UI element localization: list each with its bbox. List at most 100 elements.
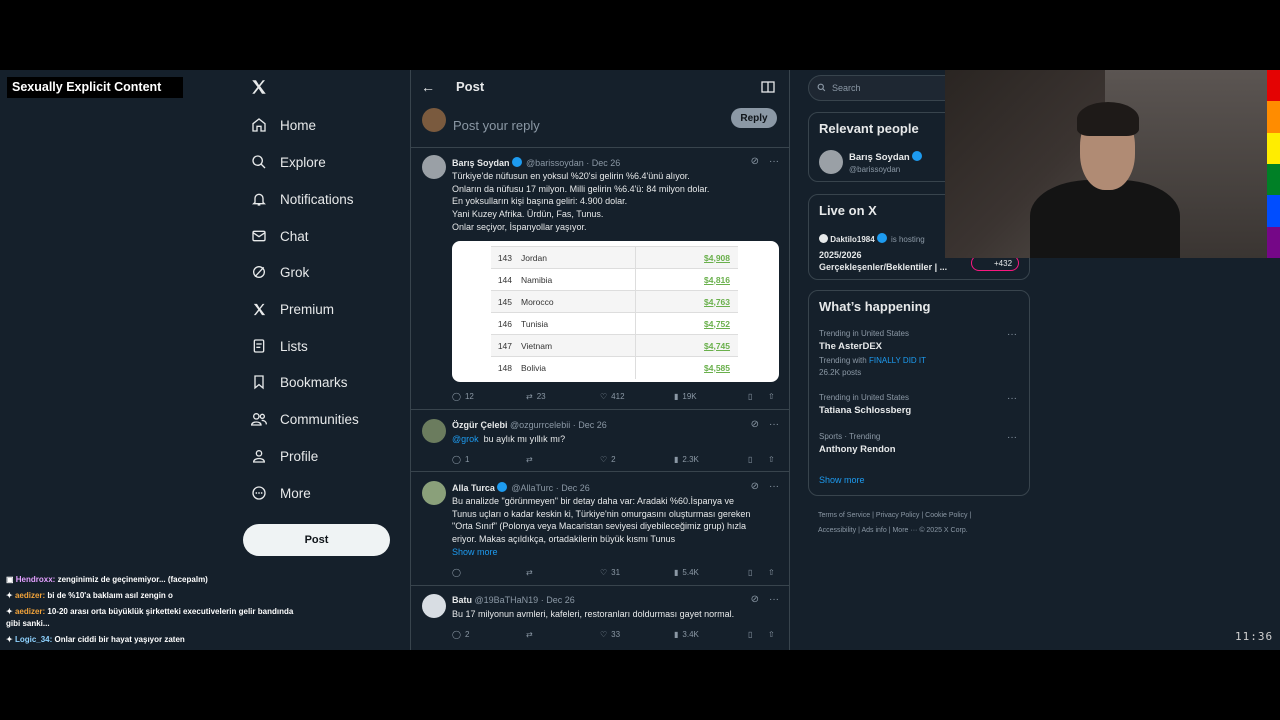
repost-action[interactable]: ⇄ 23	[526, 392, 546, 401]
table-cell-value: $4,763	[635, 290, 738, 313]
tweet-date[interactable]: · Dec 26	[573, 420, 607, 430]
footer-link[interactable]: Accessibility	[818, 527, 856, 534]
author-name[interactable]: Alla Turca	[452, 483, 495, 493]
like-action[interactable]: ♡ 412	[600, 392, 625, 401]
rainbow-strip	[1267, 70, 1280, 258]
views-action[interactable]: ▮ 19K	[674, 392, 697, 401]
more-icon[interactable]: ···	[769, 156, 779, 167]
bookmark-action[interactable]: ▯	[748, 455, 752, 464]
footer-link[interactable]: Terms of Service	[818, 512, 870, 519]
reader-mode-icon[interactable]	[761, 80, 775, 93]
reply-action[interactable]: ◯	[452, 568, 461, 577]
footer-link[interactable]: Ads info	[861, 527, 886, 534]
tweet-line: Bu 17 milyonun avmleri, kafeleri, restor…	[452, 609, 735, 619]
topic-line: 2025/2026	[819, 250, 862, 260]
back-arrow-icon[interactable]: ←	[421, 79, 435, 95]
grok-icon[interactable]: ⊘	[751, 156, 759, 167]
author-name[interactable]: Batu	[452, 595, 472, 605]
tweet-reply[interactable]: Alla Turca @AllaTurc · Dec 26 ⊘ ··· Bu an…	[411, 472, 789, 586]
share-action[interactable]: ⇧	[768, 630, 775, 639]
nav-notifications[interactable]: Notifications	[250, 184, 354, 214]
author-handle[interactable]: @ozgurrcelebii	[510, 420, 570, 430]
like-count: 412	[611, 391, 625, 401]
reply-action[interactable]: ◯ 1	[452, 455, 469, 464]
chat-user: Logic_34:	[14, 635, 53, 644]
like-action[interactable]: ♡ 33	[600, 630, 620, 639]
author-name[interactable]: Barış Soydan	[452, 158, 510, 168]
share-action[interactable]: ⇧	[768, 392, 775, 401]
trend-item[interactable]: Sports · Trending Anthony Rendon	[819, 432, 1019, 455]
grok-icon[interactable]: ⊘	[751, 481, 759, 492]
like-action[interactable]: ♡ 2	[600, 455, 616, 464]
reply-action[interactable]: ◯ 2	[452, 630, 469, 639]
tweet-date[interactable]: · Dec 26	[556, 483, 590, 493]
grok-icon[interactable]: ⊘	[751, 594, 759, 605]
relevant-person[interactable]: Barış Soydan @barissoydan	[849, 151, 924, 174]
tweet-image-table[interactable]: 143 Jordan $4,908 144 Namibia $4,816 145 Moro…	[452, 241, 779, 382]
nav-label: Profile	[280, 448, 319, 464]
author-name[interactable]: Özgür Çelebi	[452, 420, 508, 430]
grok-icon[interactable]: ⊘	[751, 419, 759, 430]
mention-link[interactable]: @grok	[452, 434, 479, 444]
repost-action[interactable]: ⇄	[526, 630, 533, 639]
more-icon[interactable]: ···	[769, 419, 779, 430]
nav-home[interactable]: Home	[250, 110, 316, 140]
trend-link[interactable]: FINALLY DID IT	[869, 356, 926, 365]
nav-more[interactable]: More	[250, 478, 311, 508]
views-action[interactable]: ▮ 5.4K	[674, 568, 699, 577]
nav-premium[interactable]: Premium	[250, 294, 334, 324]
show-more-link[interactable]: Show more	[819, 475, 865, 485]
nav-communities[interactable]: Communities	[250, 404, 359, 434]
person-name[interactable]: Barış Soydan	[849, 152, 910, 163]
tweet-reply[interactable]: Batu @19BaTHaN19 · Dec 26 ⊘ ··· Bu 17 mil…	[411, 586, 789, 650]
reply-count: 1	[464, 454, 470, 464]
share-action[interactable]: ⇧	[768, 455, 775, 464]
show-more-link[interactable]: Show more	[452, 546, 778, 559]
reply-input[interactable]: Post your reply	[453, 118, 540, 133]
author-handle[interactable]: @AllaTurc	[511, 483, 553, 493]
view-count: 2.3K	[682, 454, 699, 464]
nav-profile[interactable]: Profile	[250, 441, 318, 471]
tweet-main[interactable]: Barış Soydan @barissoydan · Dec 26 ⊘ ··· …	[411, 148, 789, 410]
bookmark-action[interactable]: ▯	[748, 568, 752, 577]
trend-item[interactable]: Trending in United States Tatiana Schlos…	[819, 393, 1019, 416]
bookmark-action[interactable]: ▯	[748, 392, 752, 401]
more-icon[interactable]: ···	[769, 481, 779, 492]
live-topic[interactable]: 2025/2026 Gerçekleşenler/Beklentiler | .…	[819, 249, 947, 273]
repost-action[interactable]: ⇄	[526, 455, 533, 464]
x-logo-icon[interactable]	[250, 78, 272, 100]
tweet-date[interactable]: · Dec 26	[586, 158, 620, 168]
footer-link[interactable]: Cookie Policy	[925, 512, 967, 519]
author-handle[interactable]: @barissoydan	[526, 158, 584, 168]
nav-lists[interactable]: Lists	[250, 331, 308, 361]
nav-explore[interactable]: Explore	[250, 147, 326, 177]
author-handle[interactable]: @19BaTHaN19	[475, 595, 539, 605]
more-icon[interactable]: ···	[1007, 432, 1017, 443]
reply-action[interactable]: ◯ 12	[452, 392, 474, 401]
reply-button[interactable]: Reply	[731, 108, 777, 128]
tweet-reply[interactable]: Özgür Çelebi @ozgurrcelebii · Dec 26 ⊘ ··…	[411, 410, 789, 472]
views-icon: ▮	[674, 567, 679, 577]
search-input[interactable]: Search	[832, 83, 861, 93]
more-icon[interactable]: ···	[769, 594, 779, 605]
more-icon[interactable]: ···	[1007, 393, 1017, 404]
clock: 11:36	[1235, 630, 1274, 643]
tweet-date[interactable]: · Dec 26	[541, 595, 575, 605]
nav-chat[interactable]: Chat	[250, 221, 309, 251]
more-icon[interactable]: ···	[1007, 329, 1017, 340]
post-button[interactable]: Post	[243, 524, 390, 556]
live-host[interactable]: Daktilo1984 is hosting	[819, 233, 925, 244]
repost-action[interactable]: ⇄	[526, 568, 533, 577]
footer-link[interactable]: More ···	[892, 527, 917, 534]
like-action[interactable]: ♡ 31	[600, 568, 620, 577]
like-count: 2	[611, 454, 616, 464]
views-action[interactable]: ▮ 2.3K	[674, 455, 699, 464]
nav-bookmarks[interactable]: Bookmarks	[250, 367, 348, 397]
nav-grok[interactable]: Grok	[250, 257, 309, 287]
views-action[interactable]: ▮ 3.4K	[674, 630, 699, 639]
share-action[interactable]: ⇧	[768, 568, 775, 577]
bookmark-action[interactable]: ▯	[748, 630, 752, 639]
trend-item[interactable]: Trending in United States The AsterDEX T…	[819, 329, 1019, 377]
chat-user: aedizer:	[14, 591, 46, 600]
footer-link[interactable]: Privacy Policy	[876, 512, 920, 519]
